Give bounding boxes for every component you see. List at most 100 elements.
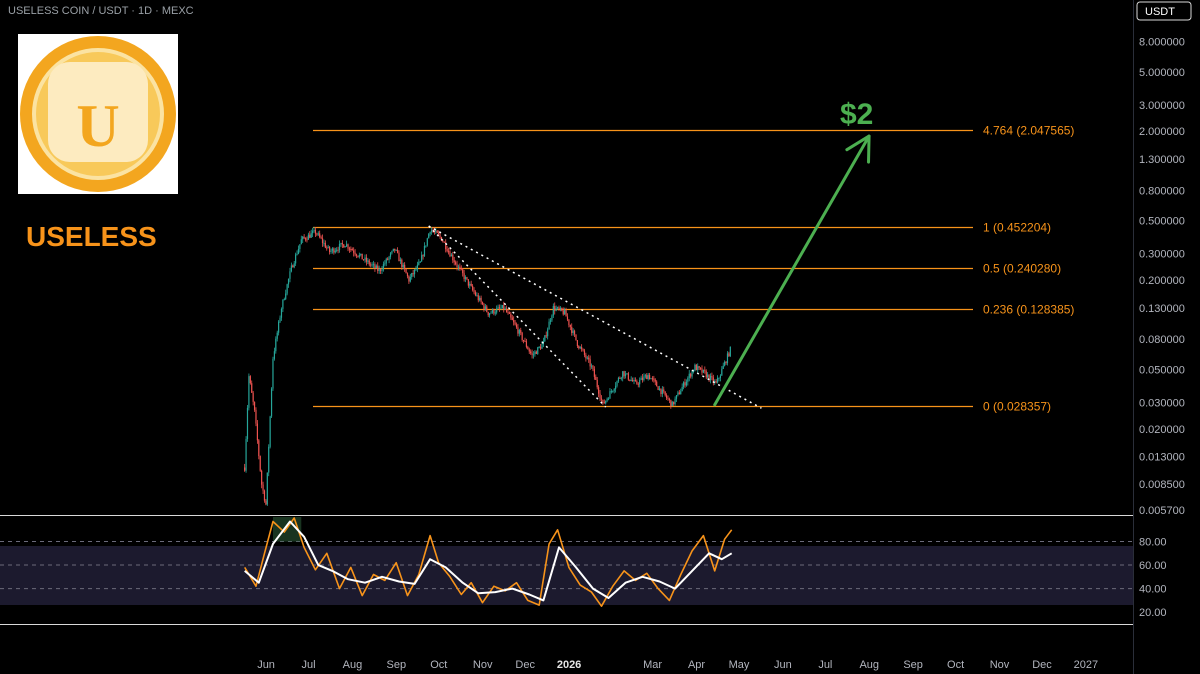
stoch-tick-label: 40.00 — [1139, 584, 1167, 596]
time-tick-label: Jun — [774, 659, 792, 671]
candle-body — [405, 269, 407, 274]
price-tick-label: 0.013000 — [1139, 452, 1185, 464]
candle-body — [609, 391, 611, 399]
candle-body — [501, 305, 503, 309]
candle-body — [362, 259, 365, 261]
candle-body — [545, 335, 547, 337]
candle-body — [463, 273, 465, 280]
candle-body — [671, 401, 673, 407]
candle-body — [596, 379, 598, 388]
time-tick-label: 2027 — [1074, 659, 1098, 671]
time-tick-label: Oct — [947, 659, 964, 671]
candle-body — [384, 263, 386, 265]
candle-body — [610, 391, 612, 393]
candle-body — [370, 264, 372, 266]
currency-badge[interactable]: USDT — [1136, 1, 1192, 21]
time-tick-label: May — [729, 659, 750, 671]
candle-body — [605, 400, 607, 404]
price-tick-label: 0.080000 — [1139, 334, 1185, 346]
candle-body — [729, 346, 731, 357]
candle-body — [357, 255, 359, 257]
fib-level-label: 0.236 (0.128385) — [983, 303, 1074, 317]
candle-body — [660, 388, 662, 395]
candle-body — [268, 446, 270, 473]
fib-level-label: 4.764 (2.047565) — [983, 124, 1074, 138]
candle-body — [681, 386, 683, 392]
candle-body — [421, 255, 423, 262]
candle-body — [505, 308, 508, 313]
candle-body — [344, 246, 346, 248]
candle-body — [272, 358, 274, 389]
price-tick-label: 3.000000 — [1139, 100, 1185, 112]
candle-body — [388, 256, 390, 260]
candle-body — [508, 312, 511, 314]
candle-body — [416, 264, 418, 270]
candle-body — [255, 409, 257, 424]
time-tick-label: Oct — [430, 659, 447, 671]
price-tick-label: 0.130000 — [1139, 303, 1185, 315]
candle-body — [673, 401, 675, 405]
candle-body — [592, 365, 594, 370]
candle-body — [520, 330, 522, 333]
price-tick-label: 0.005700 — [1139, 505, 1185, 517]
candle-body — [623, 371, 625, 377]
currency-label: USDT — [1145, 6, 1175, 18]
candle-body — [562, 310, 564, 315]
candle-body — [616, 381, 618, 386]
candle-body — [702, 369, 705, 373]
candle-body — [361, 253, 363, 260]
candle-body — [345, 244, 348, 247]
candle-body — [578, 346, 580, 349]
candle-body — [396, 250, 399, 253]
candle-body — [266, 472, 268, 505]
candle-body — [534, 351, 536, 355]
candle-body — [585, 354, 587, 359]
price-chart[interactable]: 4.764 (2.047565) 1 (0.452204) 0.5 (0.24028… — [0, 0, 1200, 674]
candle-body — [347, 244, 349, 249]
candle-body — [348, 248, 351, 250]
candle-body — [395, 250, 397, 252]
candle-body — [472, 285, 474, 291]
candle-body — [527, 346, 529, 350]
candle-body — [312, 231, 314, 234]
candle-body — [439, 234, 441, 237]
candle-body — [385, 258, 387, 264]
candle-body — [365, 257, 368, 262]
candle-body — [321, 238, 324, 243]
candle-body — [626, 373, 628, 375]
candle-body — [303, 236, 305, 239]
price-tick-label: 1.300000 — [1139, 154, 1185, 166]
candle-body — [320, 237, 322, 239]
candle-body — [709, 375, 712, 381]
candle-body — [682, 382, 685, 387]
candle-body — [497, 307, 499, 309]
candle-body — [722, 365, 724, 369]
time-tick-label: Mar — [643, 659, 662, 671]
candle-body — [263, 490, 266, 501]
candle-body — [606, 398, 608, 401]
candle-body — [464, 277, 467, 280]
candle-body — [426, 238, 428, 246]
candle-body — [406, 273, 409, 277]
candle-body — [643, 376, 645, 380]
candle-body — [572, 330, 574, 333]
fib-level-label: 0 (0.028357) — [983, 400, 1051, 414]
candle-body — [716, 378, 719, 383]
fib-level-label: 1 (0.452204) — [983, 221, 1051, 235]
candle-body — [724, 361, 726, 366]
candle-body — [639, 380, 641, 385]
candle-body — [711, 375, 713, 378]
candle-body — [310, 233, 312, 238]
candle-body — [493, 309, 495, 314]
coin-logo-icon: U — [18, 34, 178, 194]
candle-body — [637, 383, 639, 385]
candle-body — [453, 260, 455, 263]
candle-body — [504, 308, 506, 310]
candle-body — [581, 347, 583, 350]
candle-body — [360, 253, 362, 255]
candle-body — [381, 269, 383, 271]
candle-body — [428, 233, 430, 239]
candle-body — [503, 305, 505, 310]
candle-body — [337, 249, 339, 251]
candle-body — [544, 335, 546, 342]
